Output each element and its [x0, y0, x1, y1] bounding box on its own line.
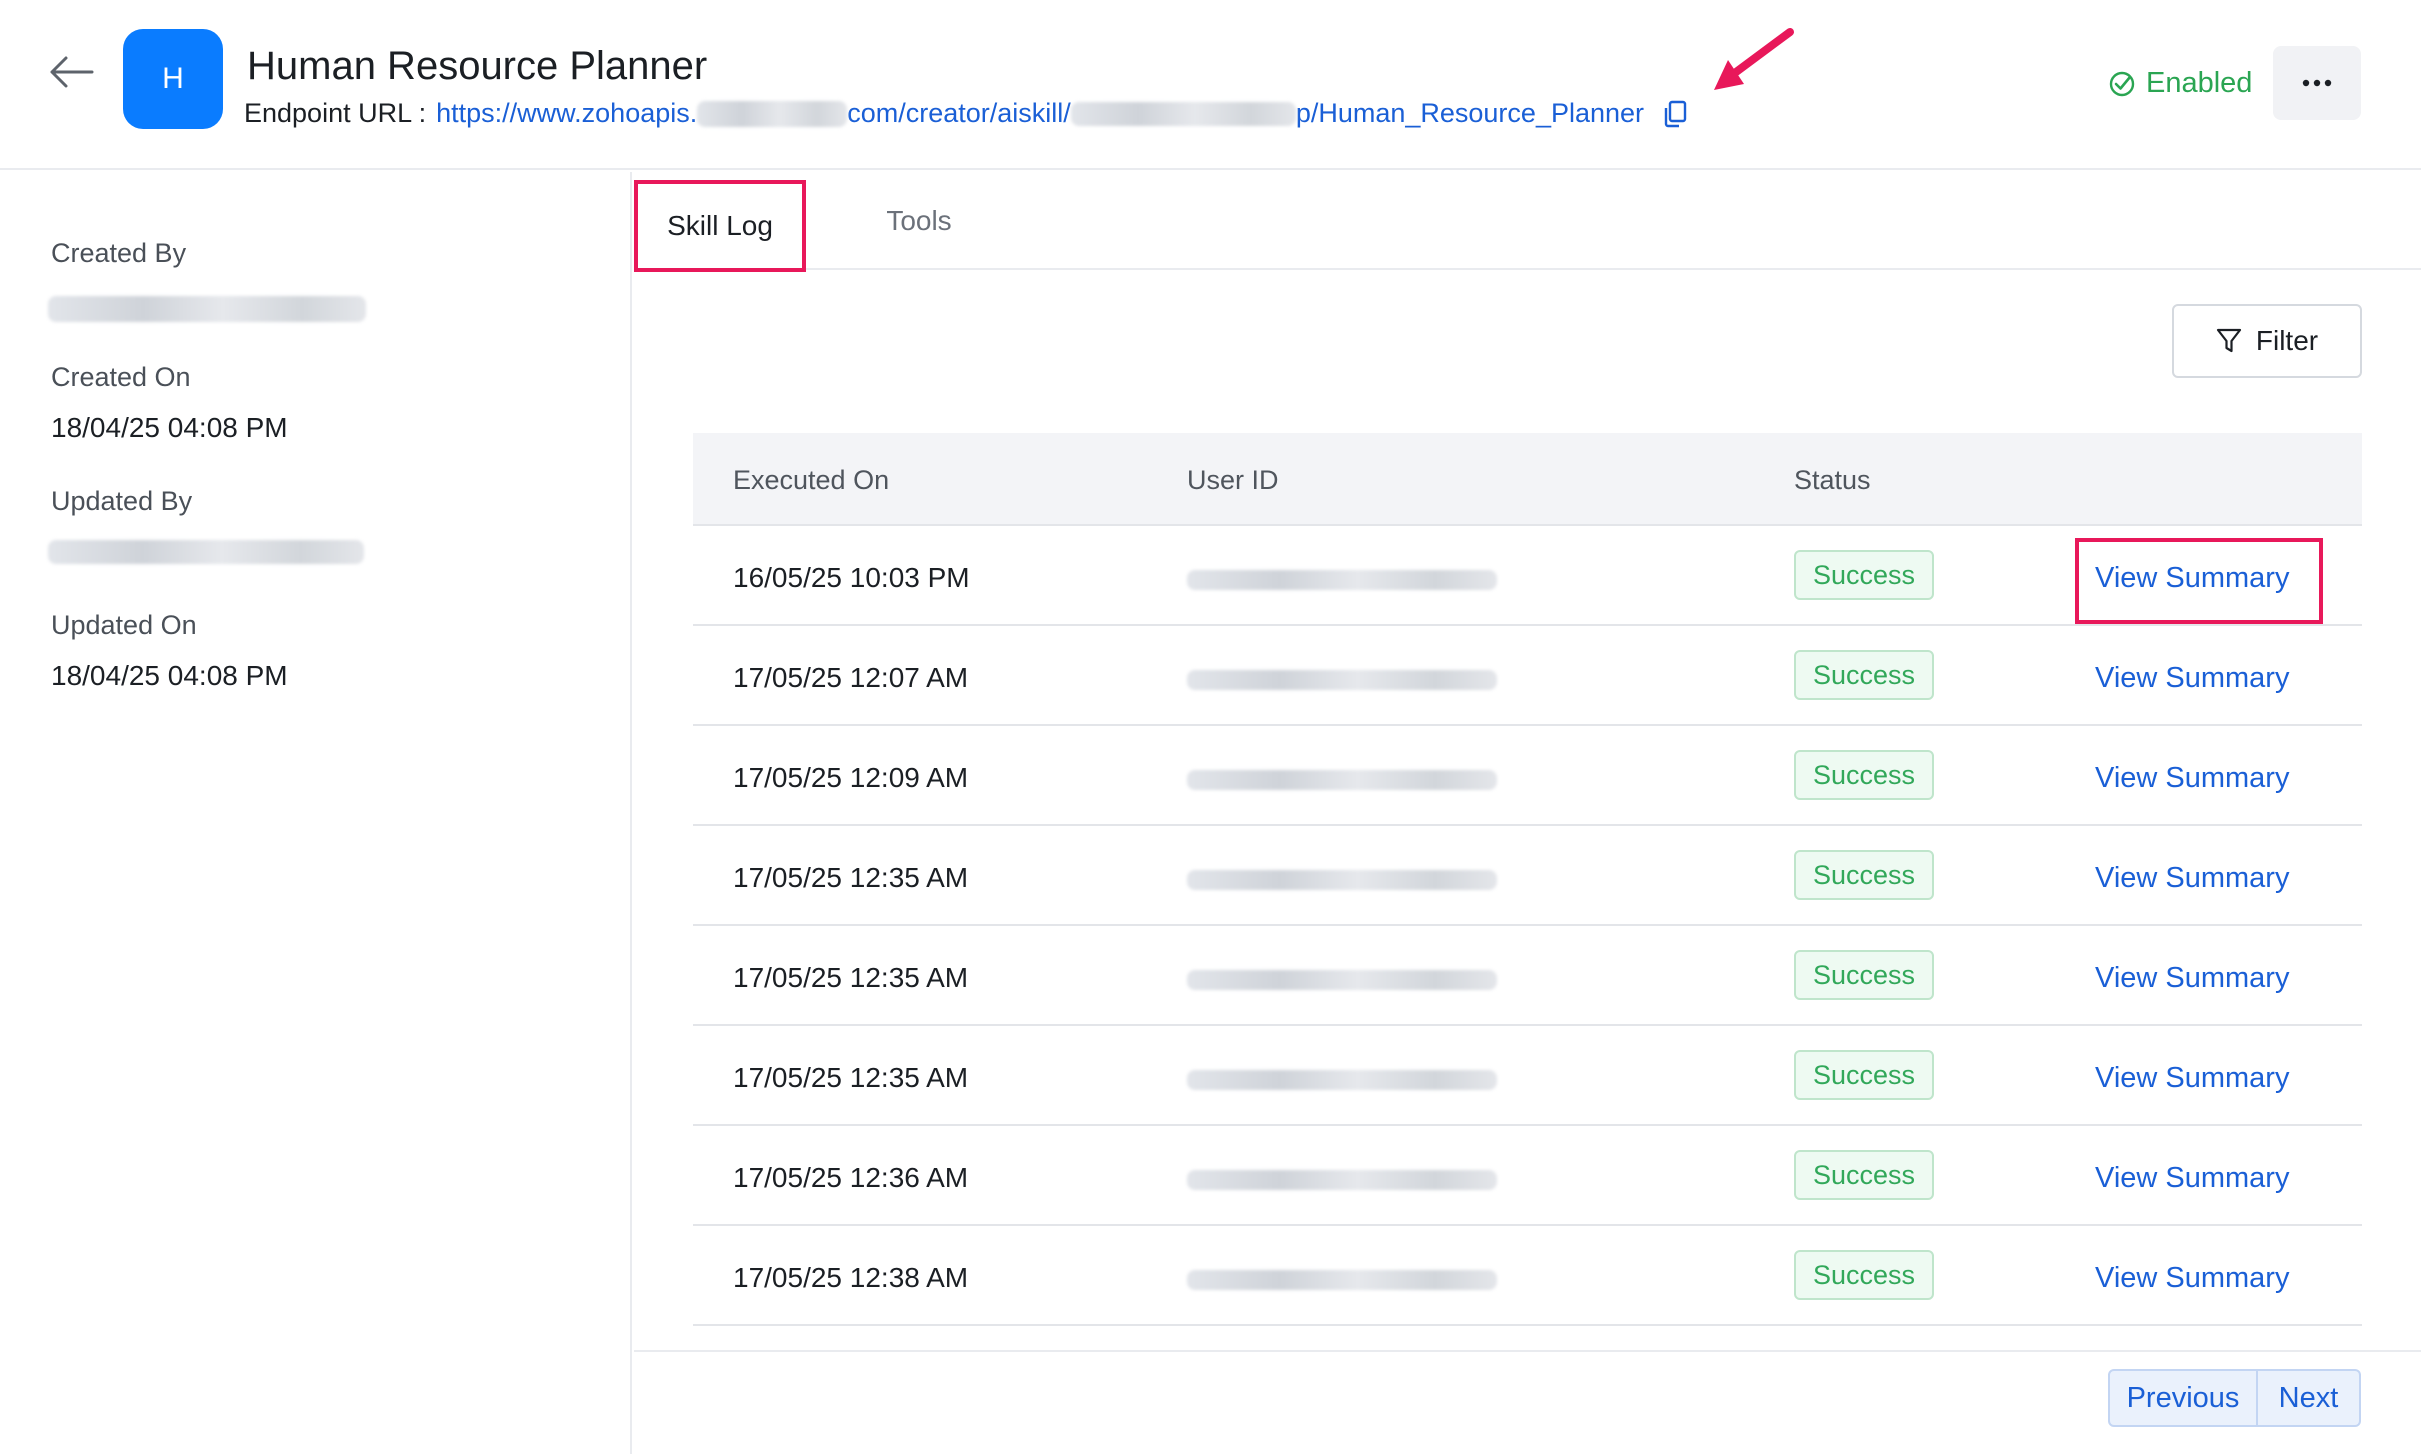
redacted-user-id — [1187, 970, 1497, 990]
status-badge: Success — [1794, 550, 1934, 600]
copy-icon[interactable] — [1662, 100, 1688, 128]
redacted-user-id — [1187, 870, 1497, 890]
page-header: H Human Resource Planner Endpoint URL : … — [0, 0, 2421, 170]
check-circle-icon — [2109, 71, 2135, 96]
filter-button[interactable]: Filter — [2172, 304, 2362, 378]
created-on-value: 18/04/25 04:08 PM — [51, 412, 288, 443]
redacted-user-id — [1187, 1170, 1497, 1190]
view-summary-link[interactable]: View Summary — [2095, 1062, 2289, 1095]
executed-on-cell: 17/05/25 12:36 AM — [733, 1162, 969, 1193]
more-options-button[interactable] — [2273, 46, 2361, 120]
view-summary-link[interactable]: View Summary — [2095, 862, 2289, 895]
redacted-user-id — [1187, 1270, 1497, 1290]
table-row: 17/05/25 12:38 AM Success View Summary — [693, 1226, 2362, 1326]
endpoint-url-row: Endpoint URL : https://www.zohoapis. com… — [244, 98, 1688, 129]
filter-label: Filter — [2255, 325, 2319, 356]
updated-by-label: Updated By — [51, 486, 193, 516]
table-row: 17/05/25 12:07 AM Success View Summary — [693, 626, 2362, 726]
endpoint-url-part: https://www.zohoapis. — [436, 98, 698, 128]
view-summary-link[interactable]: View Summary — [2095, 962, 2289, 995]
status-badge: Success — [1794, 750, 1934, 800]
status-enabled: Enabled — [2108, 67, 2252, 100]
skill-avatar: H — [123, 29, 223, 129]
redacted-url-segment — [1070, 101, 1296, 126]
skill-details-panel: Created By Created On 18/04/25 04:08 PM … — [0, 172, 632, 1454]
endpoint-url-link[interactable]: https://www.zohoapis. com/creator/aiskil… — [436, 98, 1644, 129]
table-header: Executed On User ID Status — [693, 433, 2362, 526]
view-summary-link[interactable]: View Summary — [2095, 762, 2289, 795]
executed-on-cell: 17/05/25 12:35 AM — [733, 962, 969, 993]
footer-divider — [634, 1350, 2421, 1352]
status-enabled-label: Enabled — [2146, 67, 2253, 99]
redacted-user-id — [1187, 770, 1497, 790]
view-summary-link[interactable]: View Summary — [2095, 1162, 2289, 1195]
column-header-user-id: User ID — [1187, 465, 1279, 495]
executed-on-cell: 16/05/25 10:03 PM — [733, 562, 970, 593]
table-row: 17/05/25 12:36 AM Success View Summary — [693, 1126, 2362, 1226]
updated-on-label: Updated On — [51, 610, 197, 640]
view-summary-link[interactable]: View Summary — [2095, 562, 2289, 595]
next-button[interactable]: Next — [2258, 1369, 2361, 1427]
executed-on-cell: 17/05/25 12:09 AM — [733, 762, 969, 793]
table-row: 17/05/25 12:35 AM Success View Summary — [693, 926, 2362, 1026]
status-badge: Success — [1794, 1250, 1934, 1300]
redacted-user-id — [1187, 670, 1497, 690]
endpoint-url-part: p/Human_Resource_Planner — [1295, 98, 1645, 128]
executed-on-cell: 17/05/25 12:38 AM — [733, 1262, 969, 1293]
redacted-url-segment — [697, 100, 848, 127]
redacted-user-id — [1187, 1070, 1497, 1090]
status-badge: Success — [1794, 650, 1934, 700]
tab-bar: Skill Log Tools — [634, 172, 2421, 272]
executed-on-cell: 17/05/25 12:35 AM — [733, 862, 969, 893]
endpoint-label: Endpoint URL : — [244, 98, 427, 128]
created-on-label: Created On — [51, 362, 191, 392]
view-summary-link[interactable]: View Summary — [2095, 662, 2289, 695]
pagination: Previous Next — [2108, 1369, 2361, 1427]
redacted-updated-by — [48, 540, 364, 564]
tab-skill-log[interactable]: Skill Log — [634, 180, 806, 272]
skill-log-table: Executed On User ID Status 16/05/25 10:0… — [693, 433, 2362, 1326]
annotation-arrow-icon — [1714, 28, 1794, 90]
table-row: 16/05/25 10:03 PM Success View Summary — [693, 526, 2362, 626]
status-badge: Success — [1794, 850, 1934, 900]
status-badge: Success — [1794, 1150, 1934, 1200]
view-summary-link[interactable]: View Summary — [2095, 1262, 2289, 1295]
redacted-created-by — [48, 296, 366, 322]
back-arrow-icon[interactable] — [48, 52, 94, 92]
endpoint-url-part: com/creator/aiskill/ — [847, 98, 1071, 128]
previous-button[interactable]: Previous — [2108, 1369, 2258, 1427]
filter-funnel-icon — [2216, 328, 2241, 353]
tab-tools[interactable]: Tools — [844, 172, 994, 270]
status-badge: Success — [1794, 950, 1934, 1000]
table-row: 17/05/25 12:35 AM Success View Summary — [693, 1026, 2362, 1126]
page-title: Human Resource Planner — [247, 44, 708, 88]
executed-on-cell: 17/05/25 12:35 AM — [733, 1062, 969, 1093]
column-header-status: Status — [1794, 465, 1871, 495]
redacted-user-id — [1187, 570, 1497, 590]
table-row: 17/05/25 12:09 AM Success View Summary — [693, 726, 2362, 826]
created-by-label: Created By — [51, 238, 187, 268]
executed-on-cell: 17/05/25 12:07 AM — [733, 662, 969, 693]
more-dots-icon — [2302, 79, 2332, 87]
updated-on-value: 18/04/25 04:08 PM — [51, 660, 288, 691]
table-row: 17/05/25 12:35 AM Success View Summary — [693, 826, 2362, 926]
status-badge: Success — [1794, 1050, 1934, 1100]
column-header-executed-on: Executed On — [733, 465, 890, 495]
